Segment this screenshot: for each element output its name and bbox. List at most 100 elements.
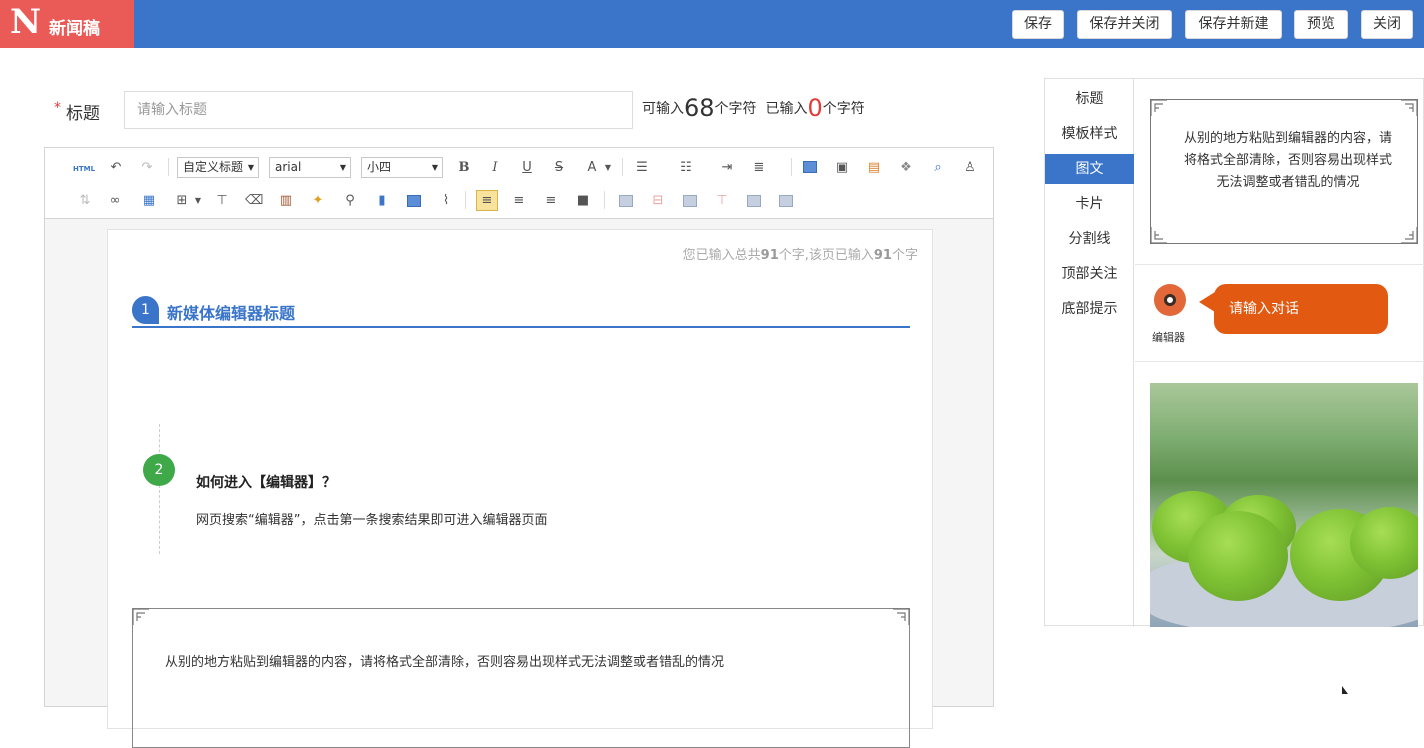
app-title: 新闻稿 xyxy=(49,19,100,39)
material-panel: 标题 模板样式 图文 卡片 分割线 顶部关注 底部提示 从别的地方粘贴到编辑器的… xyxy=(1044,78,1424,627)
toolbar-separator xyxy=(604,191,605,209)
link-icon[interactable]: ∞ xyxy=(106,193,124,209)
nav-template-style[interactable]: 模板样式 xyxy=(1045,119,1134,149)
insert-template-icon[interactable] xyxy=(803,161,817,173)
html-source-icon[interactable]: HTML xyxy=(73,161,95,177)
text-direction-icon[interactable]: ⇅ xyxy=(76,193,94,209)
close-button[interactable]: 关闭 xyxy=(1361,10,1413,39)
toolbar-separator xyxy=(168,158,169,176)
frame-corner-icon xyxy=(893,608,910,625)
frame-corner-icon xyxy=(1401,99,1418,116)
align-left-icon[interactable]: ≡ xyxy=(476,190,498,211)
nav-card[interactable]: 卡片 xyxy=(1045,189,1134,219)
binoculars-icon[interactable]: ⚲ xyxy=(341,193,359,209)
delete-row-icon[interactable]: ⊟ xyxy=(649,193,667,209)
toolbar-separator xyxy=(465,191,466,209)
save-and-close-button[interactable]: 保存并关闭 xyxy=(1077,10,1172,39)
align-right-icon[interactable]: ≡ xyxy=(542,193,560,209)
unordered-list-icon[interactable]: ☷ xyxy=(677,160,695,176)
heading-select[interactable]: 自定义标题 ▼ xyxy=(177,157,259,178)
can-input-prefix: 可输入 xyxy=(642,101,684,117)
align-center-icon[interactable]: ≡ xyxy=(510,193,528,209)
redo-icon[interactable]: ↷ xyxy=(138,160,156,176)
insert-multi-image-icon[interactable]: ▤ xyxy=(865,160,883,176)
font-size-select[interactable]: 小四 ▼ xyxy=(361,157,443,178)
heading-text: 新媒体编辑器标题 xyxy=(167,304,296,323)
nav-bottom-tip[interactable]: 底部提示 xyxy=(1045,294,1134,324)
insert-video-icon[interactable]: ▮ xyxy=(373,193,391,209)
font-size-value: 小四 xyxy=(367,160,392,174)
frame-corner-icon xyxy=(1150,99,1167,116)
paste-plain-icon[interactable]: ▥ xyxy=(277,193,295,209)
ordered-list-icon[interactable]: ☰ xyxy=(633,160,651,176)
magic-wand-icon[interactable]: ✦ xyxy=(309,193,327,209)
step-question: 如何进入【编辑器】？ xyxy=(196,475,336,491)
format-painter-icon[interactable]: ⊤ xyxy=(213,193,231,209)
material-list: 从别的地方粘贴到编辑器的内容，请将格式全部清除，否则容易出现样式无法调整或者错乱… xyxy=(1135,79,1424,627)
nav-divider[interactable]: 分割线 xyxy=(1045,224,1134,254)
attachment-icon[interactable]: ⌇ xyxy=(437,193,455,209)
strikethrough-icon[interactable]: S xyxy=(550,160,568,176)
eye-icon xyxy=(1164,294,1176,306)
material-bordered-box[interactable]: 从别的地方粘贴到编辑器的内容，请将格式全部清除，否则容易出现样式无法调整或者错乱… xyxy=(1150,99,1418,244)
nav-image-text[interactable]: 图文 xyxy=(1045,154,1134,184)
insert-gallery-icon[interactable] xyxy=(407,195,421,207)
merge-cells-icon[interactable] xyxy=(747,195,761,207)
title-label: 标题 xyxy=(66,104,100,124)
bold-icon[interactable]: B xyxy=(455,160,473,176)
heading-select-value: 自定义标题 xyxy=(183,160,244,174)
italic-icon[interactable]: I xyxy=(486,160,504,176)
insert-emoticon-icon[interactable]: ❖ xyxy=(897,160,915,176)
frame-text: 从别的地方粘贴到编辑器的内容，请将格式全部清除，否则容易出现样式无法调整或者错乱… xyxy=(165,655,725,670)
bordered-text-box[interactable]: 从别的地方粘贴到编辑器的内容，请将格式全部清除，否则容易出现样式无法调整或者错乱… xyxy=(132,608,910,748)
font-family-value: arial xyxy=(275,160,302,174)
eraser-icon[interactable]: ⌫ xyxy=(245,193,263,209)
undo-icon[interactable]: ↶ xyxy=(107,160,125,176)
indent-icon[interactable]: ⇥ xyxy=(718,160,736,176)
editor-toolbar: HTML ↶ ↷ 自定义标题 ▼ arial ▼ 小四 ▼ B I U S A ▼ ☰… xyxy=(45,148,993,219)
insert-table-icon[interactable]: ▦ xyxy=(140,193,158,209)
search-replace-icon[interactable]: ⌕ xyxy=(929,160,947,176)
app-logo: N 新闻稿 xyxy=(0,0,134,48)
template-heading[interactable]: 1 新媒体编辑器标题 xyxy=(132,296,910,328)
char-unit: 个字符 xyxy=(714,101,757,117)
char-unit: 个字符 xyxy=(822,101,865,117)
save-and-new-button[interactable]: 保存并新建 xyxy=(1185,10,1282,39)
editor-page[interactable]: 您已输入总共91个字,该页已输入91个字 1 新媒体编辑器标题 2 如何进入【编… xyxy=(107,229,933,748)
toolbar-separator xyxy=(791,158,792,176)
rich-text-editor: HTML ↶ ↷ 自定义标题 ▼ arial ▼ 小四 ▼ B I U S A ▼ ☰… xyxy=(44,147,994,748)
save-button[interactable]: 保存 xyxy=(1012,10,1064,39)
font-family-select[interactable]: arial ▼ xyxy=(269,157,351,178)
delete-column-icon[interactable]: ⊤ xyxy=(713,193,731,209)
word-count-prefix: 您已输入总共 xyxy=(682,248,761,263)
split-cells-icon[interactable] xyxy=(779,195,793,207)
chevron-down-icon[interactable]: ▼ xyxy=(189,193,207,209)
entered-count: 0 xyxy=(807,94,823,122)
step-dashed-line xyxy=(159,424,160,554)
title-input[interactable] xyxy=(124,91,633,129)
nav-top-follow[interactable]: 顶部关注 xyxy=(1045,259,1134,289)
chevron-down-icon[interactable]: ▼ xyxy=(599,160,617,176)
dialog-bubble[interactable]: 请输入对话 xyxy=(1214,284,1388,334)
material-box-text: 从别的地方粘贴到编辑器的内容，请将格式全部清除，否则容易出现样式无法调整或者错乱… xyxy=(1183,131,1392,190)
stamp-icon[interactable]: ♙ xyxy=(961,160,979,176)
heading-number-badge: 1 xyxy=(132,296,159,324)
toolbar-separator xyxy=(622,158,623,176)
avatar-name: 编辑器 xyxy=(1152,331,1185,344)
entered-prefix: 已输入 xyxy=(765,101,808,117)
nav-title[interactable]: 标题 xyxy=(1045,84,1134,114)
preview-button[interactable]: 预览 xyxy=(1294,10,1348,39)
chevron-down-icon: ▼ xyxy=(339,163,346,172)
frame-corner-icon xyxy=(1150,227,1167,244)
insert-column-icon[interactable] xyxy=(683,195,697,207)
insert-image-icon[interactable]: ▣ xyxy=(833,160,851,176)
logo-letter: N xyxy=(10,2,42,42)
green-buns-image[interactable] xyxy=(1150,383,1418,627)
align-justify-icon[interactable]: ■ xyxy=(574,193,592,209)
bun-shape xyxy=(1188,511,1288,601)
underline-icon[interactable]: U xyxy=(518,160,536,176)
bird-avatar-icon[interactable] xyxy=(1154,284,1186,316)
word-count-mid: 个字,该页已输入 xyxy=(778,248,874,263)
line-height-icon[interactable]: ≣ xyxy=(750,160,768,176)
insert-row-above-icon[interactable] xyxy=(619,195,633,207)
